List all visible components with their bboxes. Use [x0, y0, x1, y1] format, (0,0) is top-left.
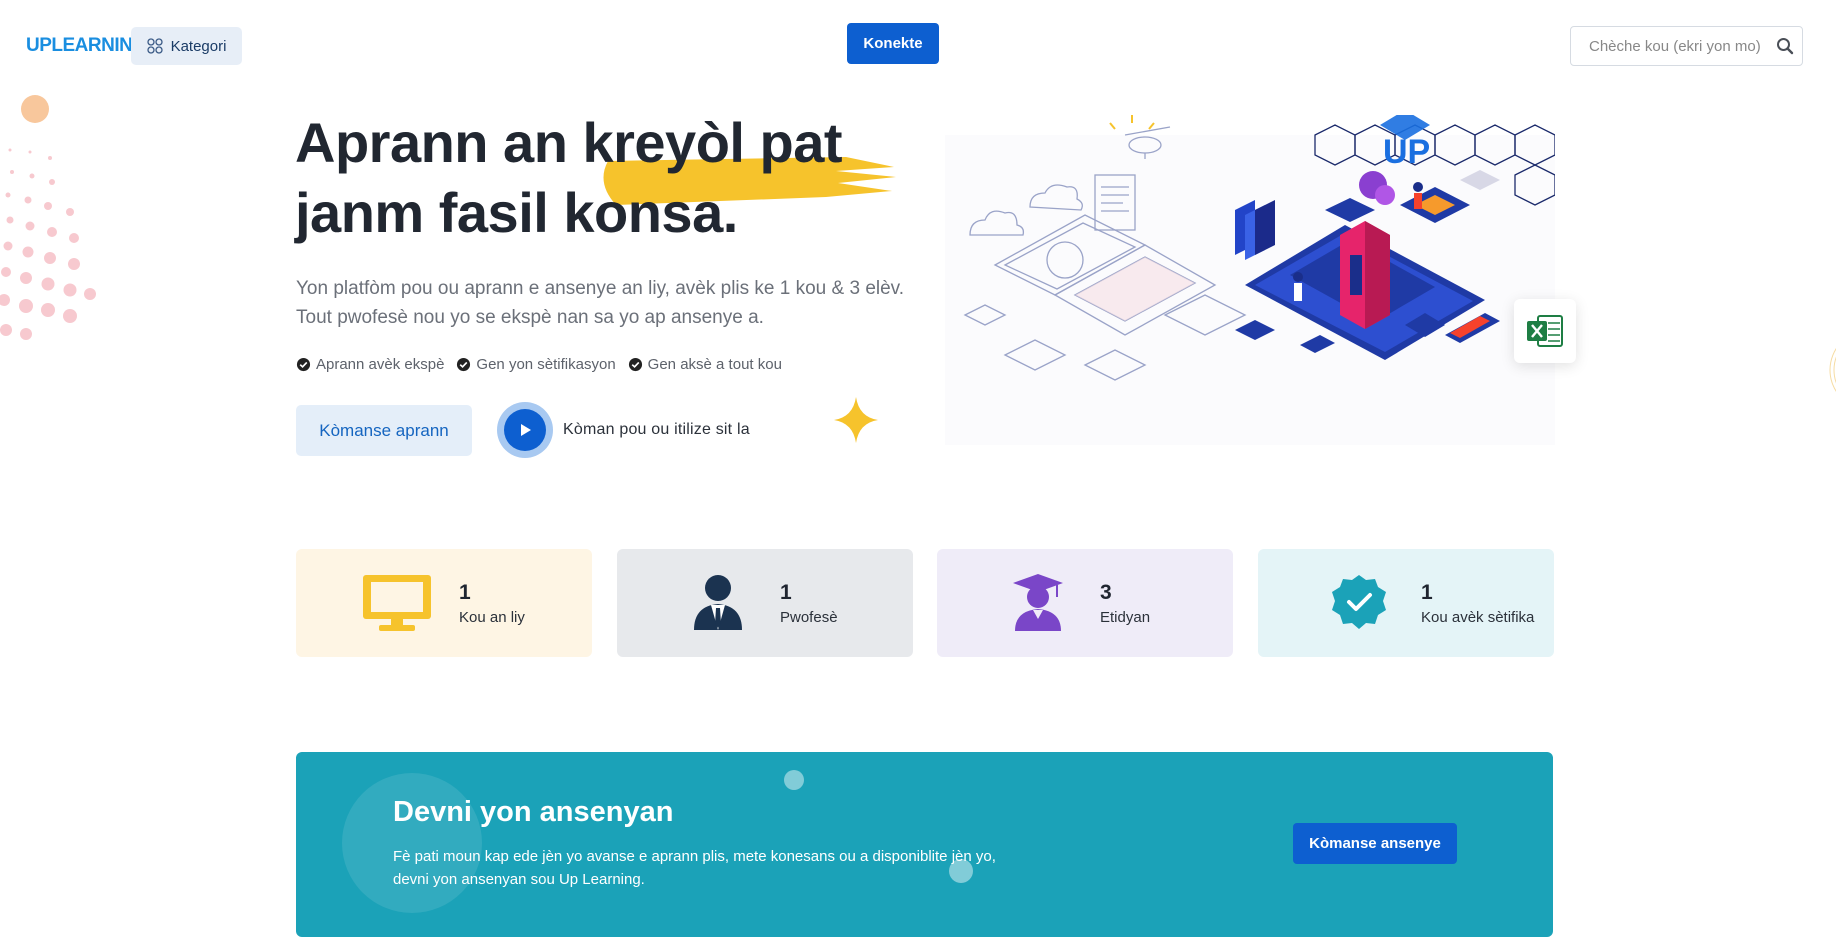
video-link-label: Kòman pou ou itilize sit la: [563, 421, 750, 438]
hero-illustration: UP: [945, 115, 1555, 445]
site-logo[interactable]: UPLEARNING: [26, 35, 147, 57]
search-input[interactable]: [1587, 36, 1781, 56]
decorative-circle: [342, 773, 482, 913]
become-teacher-banner: Devni yon ansenyan Fè pati moun kap ede …: [296, 752, 1553, 937]
excel-badge: [1514, 299, 1576, 363]
dot-pattern-decoration: [0, 148, 96, 340]
search-box: [1570, 26, 1803, 66]
feature-label: Gen yon sètifikasyon: [476, 356, 616, 373]
sparkle-icon: [834, 397, 878, 443]
stat-label: Etidyan: [1100, 609, 1151, 626]
logo-text: UPLEARNING: [26, 35, 147, 56]
graduate-icon: [1002, 571, 1074, 633]
stat-label: Pwofesè: [780, 609, 838, 626]
banner-text: Fè pati moun kap ede jèn yo avanse e apr…: [393, 848, 996, 888]
feature-list: Aprann avèk ekspè Gen yon sètifikasyon G…: [296, 356, 782, 373]
teacher-icon: [682, 571, 754, 633]
monitor-icon: [361, 571, 433, 633]
category-label: Kategori: [170, 37, 227, 55]
start-learning-button[interactable]: Kòmanse aprann: [296, 405, 472, 456]
hero-title: Aprann an kreyòl pat janm fasil konsa.: [295, 111, 843, 244]
check-badge-icon: [457, 357, 471, 372]
stat-value: 1: [459, 581, 471, 604]
stat-label: Kou an liy: [459, 609, 525, 626]
connect-button[interactable]: Konekte: [847, 23, 939, 64]
grid-icon: [146, 38, 163, 54]
svg-text:UP: UP: [1383, 133, 1430, 171]
feature-item: Aprann avèk ekspè: [296, 356, 444, 373]
stat-card-certified-courses: 1 Kou avèk sètifika: [1258, 549, 1554, 657]
stat-value: 3: [1100, 581, 1112, 604]
stat-value: 1: [780, 581, 792, 604]
start-teaching-button[interactable]: Kòmanse ansenye: [1293, 823, 1457, 864]
feature-item: Gen yon sètifikasyon: [456, 356, 616, 373]
how-to-video-link[interactable]: Kòman pou ou itilize sit la: [497, 402, 750, 458]
stat-card-students: 3 Etidyan: [937, 549, 1233, 657]
stat-card-courses: 1 Kou an liy: [296, 549, 592, 657]
decorative-ring: [1829, 348, 1836, 392]
decorative-circle: [21, 95, 49, 123]
stat-label: Kou avèk sètifika: [1421, 609, 1535, 626]
check-badge-icon: [296, 357, 311, 372]
play-button[interactable]: [497, 402, 553, 458]
check-badge-icon: [628, 357, 642, 372]
banner-title: Devni yon ansenyan: [393, 796, 674, 828]
decorative-circle: [784, 770, 804, 790]
feature-item: Gen aksè a tout kou: [628, 356, 782, 373]
stat-value: 1: [1421, 581, 1433, 604]
search-icon[interactable]: [1776, 37, 1794, 55]
hero-description: Yon platfòm pou ou aprann e ansenye an l…: [296, 278, 905, 328]
feature-label: Aprann avèk ekspè: [316, 356, 445, 373]
play-icon: [521, 424, 531, 436]
category-button[interactable]: Kategori: [131, 27, 242, 65]
feature-label: Gen aksè a tout kou: [647, 356, 782, 373]
stat-card-teachers: 1 Pwofesè: [617, 549, 913, 657]
excel-icon: [1527, 315, 1563, 347]
certificate-badge-icon: [1323, 571, 1395, 633]
